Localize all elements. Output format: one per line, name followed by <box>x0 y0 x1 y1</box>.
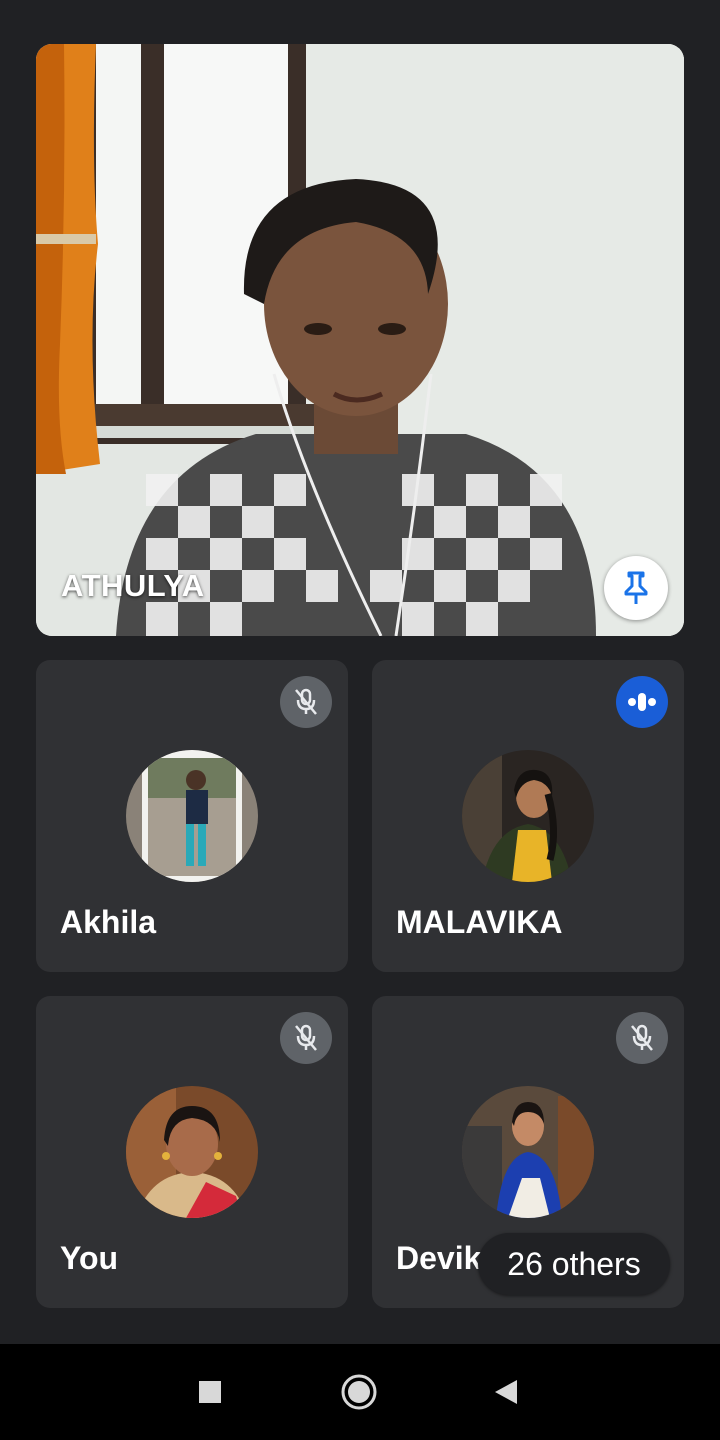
meeting-screen: ATHULYA Akhila MALAVIKA You Devika 26 ot… <box>0 0 720 1440</box>
mic-off-badge <box>280 676 332 728</box>
avatar <box>462 750 594 882</box>
avatar <box>462 1086 594 1218</box>
participant-name: You <box>60 1240 119 1276</box>
others-chip[interactable]: 26 others <box>478 1233 670 1295</box>
participant-tile-you[interactable]: You <box>36 996 348 1308</box>
triangle-back-icon <box>495 1380 517 1404</box>
main-participant-name: ATHULYA <box>61 568 205 603</box>
mic-off-icon <box>295 1024 317 1051</box>
speaking-badge <box>616 676 668 728</box>
system-nav-bar <box>0 1344 720 1440</box>
speaking-icon <box>628 693 656 711</box>
circle-icon <box>341 1374 377 1410</box>
mic-off-icon <box>631 1024 653 1051</box>
pin-button[interactable] <box>604 556 668 620</box>
participant-name: MALAVIKA <box>396 904 563 940</box>
mic-off-badge <box>616 1012 668 1064</box>
home-button[interactable] <box>339 1372 379 1412</box>
mic-off-icon <box>295 688 317 715</box>
avatar <box>126 750 258 882</box>
recents-button[interactable] <box>190 1372 230 1412</box>
pin-icon <box>624 571 648 604</box>
mic-off-badge <box>280 1012 332 1064</box>
square-icon <box>199 1381 221 1403</box>
participant-name: Akhila <box>60 904 157 940</box>
video-feed <box>36 44 684 636</box>
back-button[interactable] <box>486 1372 526 1412</box>
participant-tile-malavika[interactable]: MALAVIKA <box>372 660 684 972</box>
participant-tile-akhila[interactable]: Akhila <box>36 660 348 972</box>
main-video-tile[interactable]: ATHULYA <box>36 44 684 636</box>
avatar <box>126 1086 258 1218</box>
